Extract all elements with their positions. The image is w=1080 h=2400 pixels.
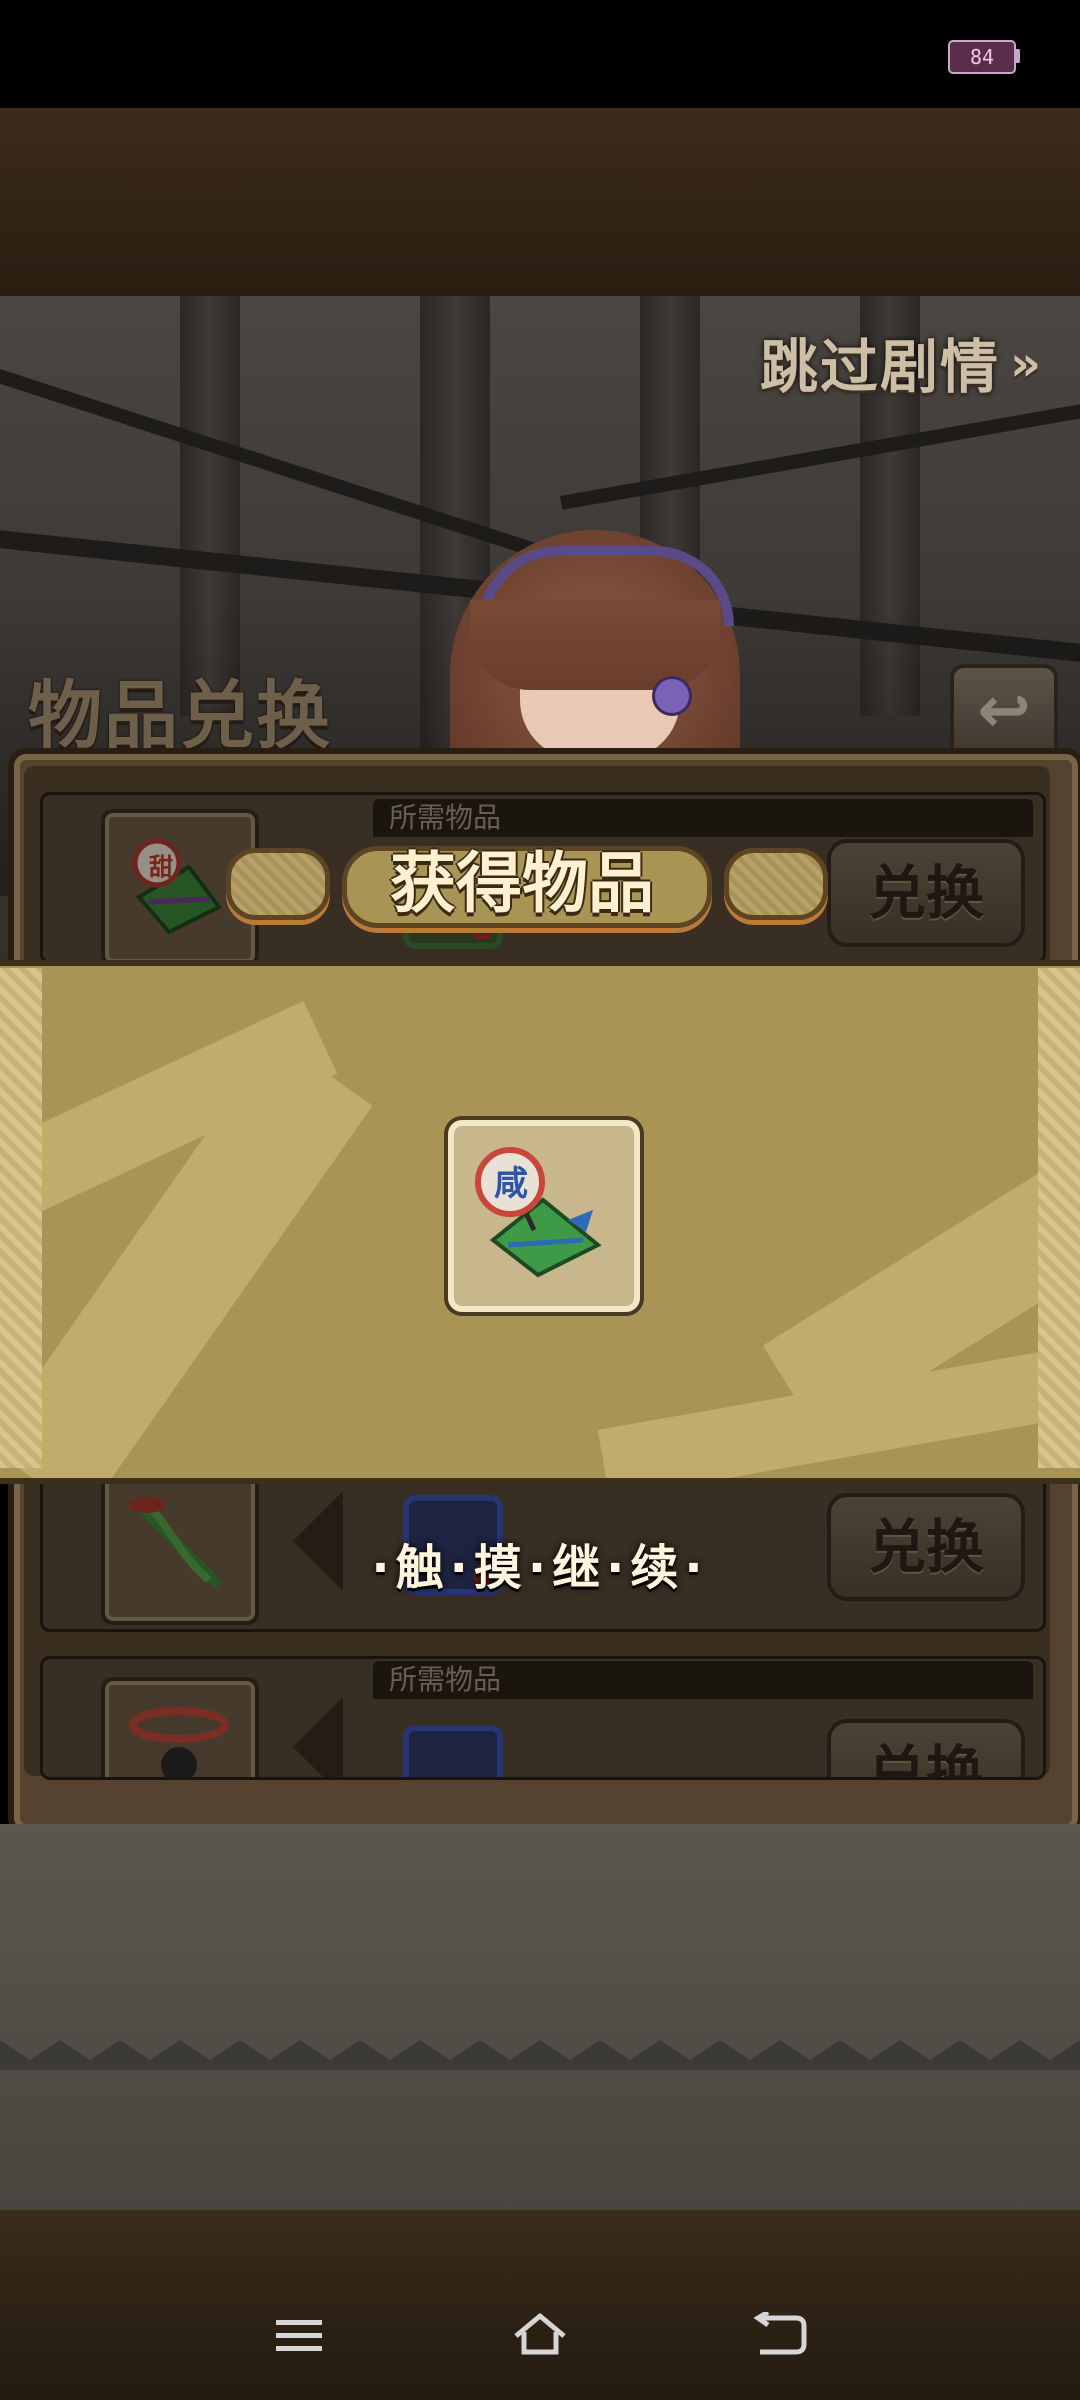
double-chevron-right-icon[interactable]: » <box>1010 336 1041 392</box>
character-eye <box>652 676 692 716</box>
back-icon[interactable] <box>752 2312 808 2358</box>
top-border <box>0 108 1080 300</box>
banner-edge-right <box>1038 968 1080 1468</box>
required-item-slot[interactable] <box>403 1725 503 1777</box>
arrow-left-icon <box>293 1697 343 1777</box>
reward-item-slot[interactable]: 咸 <box>448 1120 640 1312</box>
bottom-border <box>0 2210 1080 2400</box>
character-fringe <box>470 600 720 690</box>
banner-edge-left <box>0 968 42 1468</box>
floor-area <box>0 1824 1080 2214</box>
battery-icon: 84 <box>948 40 1016 74</box>
title-ornament-right <box>724 848 828 920</box>
page-title: 物品兑换 <box>28 673 332 759</box>
menu-icon[interactable] <box>274 2316 324 2356</box>
sweet-zongzi-icon <box>132 838 223 935</box>
touch-to-continue[interactable]: ·触·摸·继·续· <box>0 1528 1080 1598</box>
item-badge: 咸 <box>494 1164 528 1204</box>
required-items-header: 所需物品 <box>373 1661 1033 1699</box>
floor-trim <box>0 2040 1080 2070</box>
battery-tip <box>1016 49 1020 63</box>
skip-story-button[interactable]: 跳过剧情 <box>760 320 1000 404</box>
reward-title: 获得物品 <box>390 844 654 922</box>
home-icon[interactable] <box>510 2310 570 2358</box>
item-badge: 甜 <box>149 853 173 881</box>
title-ornament-left <box>226 848 330 920</box>
return-button[interactable]: ↩ <box>950 664 1058 760</box>
item-slot[interactable] <box>101 1677 259 1777</box>
status-bar <box>0 0 1080 108</box>
exchange-button[interactable]: 兑换 <box>827 1719 1025 1777</box>
exchange-button[interactable]: 兑换 <box>827 839 1025 947</box>
ring-charm-icon <box>129 1707 229 1777</box>
exchange-row: 所需物品 兑换 <box>40 1656 1046 1780</box>
